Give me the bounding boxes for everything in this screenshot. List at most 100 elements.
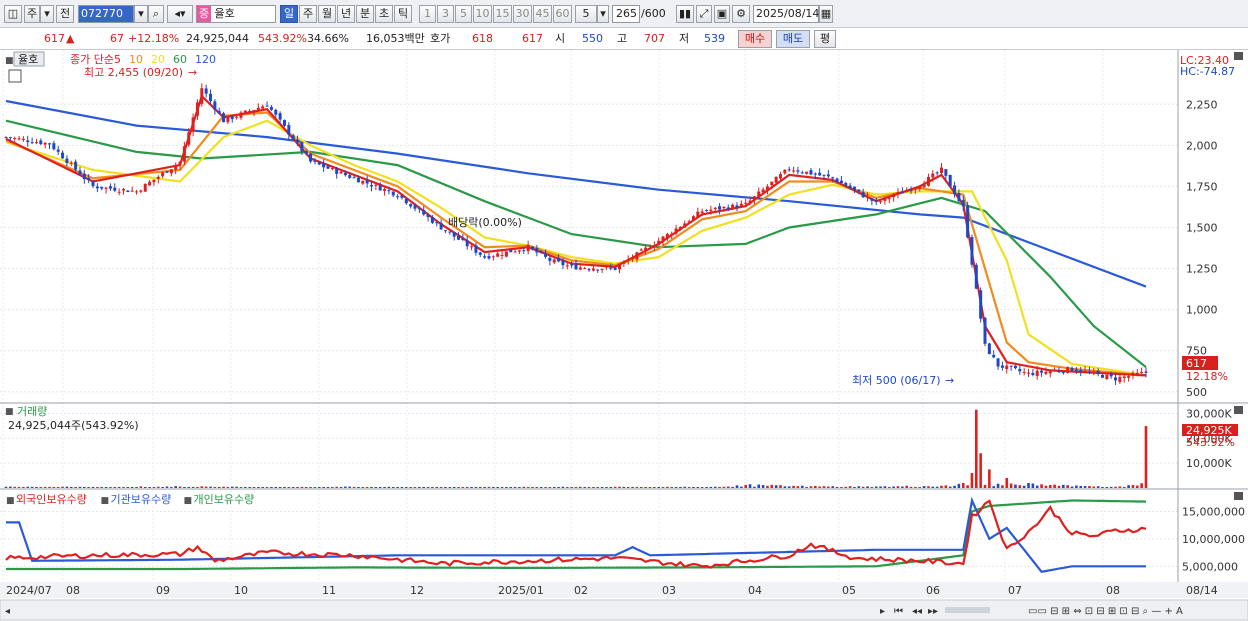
volume-bar — [544, 487, 547, 488]
volume-bar — [735, 485, 739, 488]
volume-bar — [270, 487, 273, 488]
save-icon[interactable]: ▣ — [714, 5, 730, 23]
next-page-icon[interactable]: ▸▸ — [928, 606, 938, 617]
stock-name-input[interactable]: 증 율호 — [196, 5, 276, 23]
count-select[interactable]: 5 — [575, 5, 597, 23]
candle-body — [539, 251, 543, 253]
interval-button-5[interactable]: 5 — [455, 5, 472, 23]
candle-body — [135, 191, 139, 193]
search-icon[interactable]: ⌕ — [148, 5, 164, 23]
candle-body — [330, 168, 334, 170]
candle-body — [43, 142, 47, 145]
candle-body — [1114, 377, 1118, 381]
candle-body — [152, 179, 156, 183]
volume-bar — [674, 487, 678, 488]
zoom-tools-icon[interactable]: ▭▭ ⊟ ⊞ ⇔ ⊡ ⊟ ⊞ ⊡ ⊟ ⌕ — + A — [1028, 606, 1183, 617]
interval-button-60[interactable]: 60 — [553, 5, 572, 23]
candle-body — [600, 268, 604, 270]
volume-bar — [409, 487, 412, 488]
prev-dropdown-icon[interactable]: ▾ — [40, 5, 54, 23]
stock-chart[interactable]: 500 750 1,000 1,250 1,500 1,750 2,000 2,250 10,0… — [0, 50, 1248, 621]
period-button-2[interactable]: 월 — [318, 5, 336, 23]
volume-bar — [400, 487, 404, 488]
volume-bar — [461, 487, 465, 488]
candle-type-icon[interactable]: ▮▮ — [676, 5, 694, 23]
dividend-note: 배당락(0.00%) — [448, 216, 522, 229]
period-button-5[interactable]: 초 — [375, 5, 393, 23]
ma-legend-60: 60 — [173, 53, 187, 66]
candle-body — [461, 238, 465, 240]
volume-bar — [866, 486, 869, 488]
candle-body — [217, 110, 221, 114]
interval-button-10[interactable]: 10 — [473, 5, 492, 23]
eval-button[interactable]: 평 — [814, 30, 836, 48]
calendar-icon[interactable]: ▦ — [819, 5, 833, 23]
candle-body — [243, 110, 247, 113]
candle-body — [187, 132, 191, 145]
date-input[interactable]: 2025/08/14 — [753, 5, 819, 23]
holding-panel-close-icon[interactable] — [1234, 492, 1243, 500]
gear-icon[interactable]: ⚙ — [732, 5, 750, 23]
candle-body — [639, 249, 643, 251]
candle-body — [13, 138, 17, 140]
period-button-6[interactable]: 틱 — [394, 5, 412, 23]
period-button-4[interactable]: 분 — [356, 5, 374, 23]
buy-button[interactable]: 매수 — [738, 30, 772, 48]
sell-button[interactable]: 매도 — [776, 30, 810, 48]
candle-body — [635, 252, 639, 260]
scroll-thumb[interactable] — [945, 607, 990, 613]
candle-body — [1079, 369, 1083, 373]
interval-button-45[interactable]: 45 — [533, 5, 552, 23]
price-panel-close-icon[interactable] — [1234, 52, 1243, 60]
table-toggle-icon[interactable] — [8, 69, 22, 83]
candle-body — [1127, 376, 1131, 378]
interval-button-30[interactable]: 30 — [513, 5, 532, 23]
volume-bar — [1135, 485, 1139, 488]
range-input[interactable]: 265 — [612, 5, 640, 23]
volume-bar — [809, 486, 813, 488]
interval-button-3[interactable]: 3 — [437, 5, 454, 23]
candle-body — [248, 110, 252, 112]
volume-bar — [209, 486, 212, 488]
candle-body — [731, 204, 735, 210]
first-icon[interactable]: ⏮ — [894, 606, 903, 617]
volume-bar — [1027, 483, 1030, 488]
holding-legend-2: 개인보유수량 — [194, 493, 255, 506]
candle-body — [470, 246, 474, 248]
prev-page-icon[interactable]: ◂◂ — [912, 606, 922, 617]
candle-body — [735, 205, 739, 208]
draw-tool-icon[interactable]: ⤢ — [696, 5, 712, 23]
volume-bar — [748, 484, 752, 488]
candle-body — [443, 230, 447, 232]
count-dropdown-icon[interactable]: ▾ — [597, 5, 609, 23]
candle-body — [126, 190, 130, 193]
play-icon[interactable]: ▸ — [880, 606, 885, 617]
volume-bar — [975, 409, 978, 488]
scroll-left-icon[interactable]: ◂ — [5, 606, 10, 617]
jeon-button[interactable]: 전 — [56, 5, 74, 23]
volume-bar — [61, 486, 64, 488]
volume-bar — [244, 487, 247, 488]
prev-button[interactable]: 주 — [24, 5, 40, 23]
ma-legend-prefix: 종가 단순 — [70, 53, 114, 66]
interval-button-1[interactable]: 1 — [419, 5, 436, 23]
volume-bar — [696, 487, 700, 488]
candle-body — [696, 211, 700, 218]
candle-body — [356, 177, 360, 183]
candle-body — [979, 290, 983, 319]
period-button-3[interactable]: 년 — [337, 5, 355, 23]
interval-button-15[interactable]: 15 — [493, 5, 512, 23]
ma-legend-20: 20 — [151, 53, 165, 66]
x-axis-label: 10 — [234, 584, 248, 597]
period-button-1[interactable]: 주 — [299, 5, 317, 23]
code-dropdown-icon[interactable]: ▾ — [134, 5, 148, 23]
period-button-0[interactable]: 일 — [280, 5, 298, 23]
sound-icon[interactable]: ◂▾ — [167, 5, 193, 23]
window-menu-icon[interactable]: ◫ — [4, 5, 22, 23]
volume-bar — [1070, 486, 1074, 488]
volume-panel-close-icon[interactable] — [1234, 406, 1243, 414]
candle-body — [491, 256, 495, 258]
stock-code-input[interactable]: 072770 — [78, 5, 134, 23]
candle-body — [726, 207, 730, 210]
volume-bar — [670, 487, 674, 488]
